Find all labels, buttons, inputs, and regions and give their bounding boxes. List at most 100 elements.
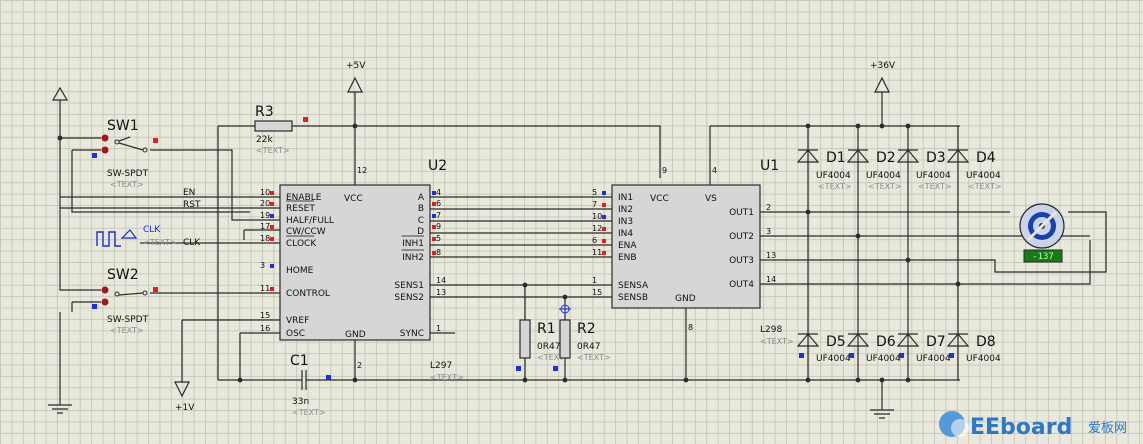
u2-pin-inh2: INH2: [402, 253, 424, 263]
diode-bridge: D1UF4004<TEXT>D2UF4004<TEXT>D3UF4004<TEX…: [796, 149, 1002, 364]
diode-d3[interactable]: D3 UF4004<TEXT>: [896, 149, 952, 191]
diode-part: UF4004: [916, 171, 951, 181]
diode-d4[interactable]: D4 UF4004<TEXT>: [946, 149, 1002, 191]
u2-text: <TEXT>: [430, 373, 464, 382]
u2-pin-state-marker: [270, 202, 274, 206]
diode-part: UF4004: [816, 354, 851, 364]
diode-state-marker: [849, 353, 854, 358]
eeboard-logo-icon: [939, 411, 969, 437]
u2-pin-state-marker: [432, 251, 436, 255]
probe-marker-icon: [559, 303, 571, 315]
u1-vs-pin: 4: [712, 166, 717, 175]
u1-text: <TEXT>: [760, 337, 794, 346]
power-36v[interactable]: +36V: [870, 61, 896, 93]
u2-pin-state-marker: [270, 237, 274, 241]
u1-pin-in1: IN1: [618, 193, 633, 203]
u1-pin-state-marker: [602, 239, 606, 243]
diode-d8[interactable]: D8 UF4004: [946, 333, 1001, 364]
clock-source[interactable]: CLK <TEXT> CLK: [96, 225, 201, 248]
capacitor-c1[interactable]: C1 33n <TEXT>: [290, 353, 331, 417]
u1-pin-sensa: SENSA: [618, 281, 649, 291]
u2-pin-home: HOME: [286, 266, 314, 276]
u2-pin-b: B: [418, 204, 424, 214]
schematic-canvas[interactable]: +5V +36V +1V U2 VCC GND 12 2 L297 <TEXT>…: [0, 0, 1143, 444]
u2-part: L297: [430, 361, 452, 371]
diode-ref: D8: [976, 334, 996, 350]
u1-pin-out1: OUT1: [729, 208, 754, 218]
u2-pin-reset: RESET: [286, 204, 315, 214]
diode-text: <TEXT>: [918, 182, 952, 191]
u2-pin-state-marker: [432, 191, 436, 195]
motor-angle-readout: -137: [1032, 252, 1054, 262]
u2-gnd-pin: 2: [357, 361, 362, 370]
c1-text: <TEXT>: [292, 408, 326, 417]
u2-pin-state-marker: [270, 214, 274, 218]
net-rst-label: RST: [183, 200, 201, 210]
u2-pin-number: 6: [436, 199, 441, 208]
u1-pin-sensb: SENSB: [618, 293, 648, 303]
ground-left[interactable]: [48, 404, 72, 414]
resistor-r3[interactable]: R3 22k <TEXT>: [254, 104, 308, 155]
u1-pin-ena: ENA: [618, 241, 637, 251]
diode-d5[interactable]: D5 UF4004: [796, 333, 851, 364]
u1-pin-number: 14: [766, 275, 776, 284]
diode-state-marker: [949, 353, 954, 358]
diode-text: <TEXT>: [818, 182, 852, 191]
u2-pin-a: A: [418, 193, 425, 203]
u2-pin-half-full: HALF/FULL: [286, 216, 334, 226]
diode-ref: D2: [876, 150, 896, 166]
sw1-ref: SW1: [107, 118, 139, 134]
r2-ref: R2: [577, 321, 596, 337]
u1-pin-in2: IN2: [618, 205, 633, 215]
u2-pin-state-marker: [432, 225, 436, 229]
clk-label: CLK: [143, 225, 161, 235]
power-5v[interactable]: +5V: [346, 61, 366, 93]
r1-ref: R1: [537, 321, 556, 337]
u2-pin-vref: VREF: [286, 316, 309, 326]
diode-ref: D6: [876, 334, 896, 350]
junctions: [57, 123, 961, 383]
diode-ref: D4: [976, 150, 996, 166]
u2-pin-state-marker: [270, 264, 274, 268]
r1-value: 0R47: [537, 342, 560, 352]
stepper-motor[interactable]: -137: [1019, 203, 1065, 263]
switch-sw2[interactable]: SW2 SW-SPDT <TEXT>: [72, 267, 158, 335]
switch-sw1[interactable]: SW1 SW-SPDT <TEXT>: [72, 118, 158, 189]
u2-pin-d: D: [417, 227, 424, 237]
diode-part: UF4004: [866, 171, 901, 181]
u2-pin-number: 20: [260, 199, 270, 208]
diode-d7[interactable]: D7 UF4004: [896, 333, 951, 364]
power-1v[interactable]: +1V: [174, 381, 195, 413]
u1-pin-number: 3: [766, 227, 771, 236]
r2-text: <TEXT>: [577, 353, 611, 362]
r3-ref: R3: [255, 104, 274, 120]
u2-pin-c: C: [418, 216, 424, 226]
u1-pin-state-marker: [602, 251, 606, 255]
clk-net-label: CLK: [183, 238, 201, 248]
u2-pin-number: 14: [436, 276, 446, 285]
u2-pin-number: 7: [436, 211, 441, 220]
u2-pin-sens2: SENS2: [394, 293, 424, 303]
diode-state-marker: [799, 353, 804, 358]
c1-value: 33n: [292, 397, 309, 407]
ground-right[interactable]: [870, 409, 894, 419]
diode-d2[interactable]: D2 UF4004<TEXT>: [846, 149, 902, 191]
u2-pin-inh1: INH1: [402, 239, 424, 249]
diode-d6[interactable]: D6 UF4004: [846, 333, 901, 364]
power-left[interactable]: [51, 86, 69, 101]
diode-d1[interactable]: D1 UF4004<TEXT>: [796, 149, 852, 191]
power-5v-label: +5V: [346, 61, 366, 71]
u2-pin-state-marker: [432, 202, 436, 206]
u1-pin-state-marker: [602, 191, 606, 195]
u1-gnd-label: GND: [675, 294, 696, 304]
sw1-text: <TEXT>: [110, 180, 144, 189]
u2-pin-sens1: SENS1: [394, 281, 424, 291]
power-36v-label: +36V: [870, 61, 896, 71]
u1-pin-state-marker: [602, 227, 606, 231]
diode-state-marker: [899, 353, 904, 358]
u1-gnd-pin: 8: [688, 323, 693, 332]
u2-pin-state-marker: [432, 237, 436, 241]
u2-pin-sync: SYNC: [400, 329, 424, 339]
diode-ref: D1: [826, 150, 846, 166]
u1-pin-number: 5: [592, 188, 597, 197]
